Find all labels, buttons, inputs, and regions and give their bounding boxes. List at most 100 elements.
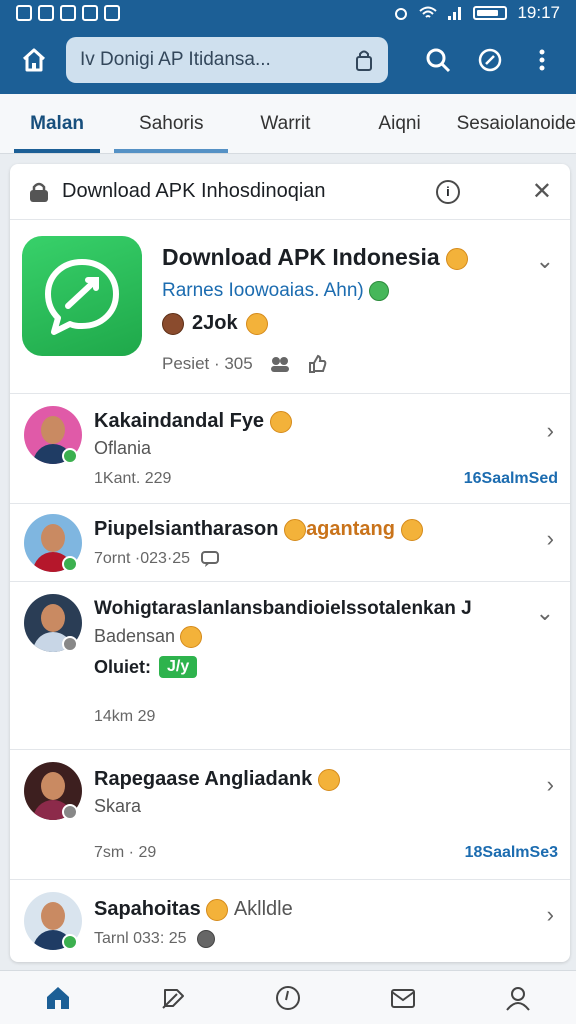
status-bar: 19:17 [0, 0, 576, 26]
featured-subtitle-text: Rarnes Ioowoaias. Ahn) [162, 280, 364, 301]
item-name: Kakaindandal Fye [94, 410, 292, 433]
item-meta: 1Kant. 229 [94, 470, 172, 487]
nav-profile[interactable] [461, 971, 576, 1024]
chevron-right-icon[interactable]: › [547, 772, 554, 798]
chat-bubble-icon [45, 259, 119, 335]
emoji-icon [284, 518, 307, 541]
search-input[interactable]: Iv Donigi AP Itidansa... [80, 49, 354, 71]
chevron-right-icon[interactable]: › [547, 526, 554, 552]
tab-sahoris[interactable]: Sahoris [114, 94, 229, 153]
check-icon [369, 280, 390, 301]
info-icon[interactable]: i [435, 179, 460, 204]
emoji-icon [269, 410, 292, 433]
compass-button[interactable] [470, 40, 510, 80]
compass-icon [478, 48, 502, 72]
emoji-icon [196, 930, 215, 948]
home-icon [22, 48, 46, 72]
emoji-icon [206, 898, 229, 921]
emoji-icon [180, 626, 203, 649]
lock-icon [356, 50, 372, 71]
thumbs-up-icon [308, 354, 327, 373]
users-icon [270, 357, 289, 372]
featured-count-text: 2Jok [192, 312, 238, 334]
item-name: Piupelsiantharason agantang [94, 518, 423, 541]
profile-icon [506, 986, 531, 1011]
close-icon[interactable]: ✕ [532, 177, 552, 206]
chevron-down-icon[interactable]: ⌄ [536, 600, 554, 626]
list-item[interactable]: Sapahoitas Aklldle Tarnl 033: 25 › [10, 880, 570, 962]
nav-mail[interactable] [346, 971, 461, 1024]
featured-subtitle: Rarnes Ioowoaias. Ahn) [162, 280, 390, 302]
item-name: Sapahoitas Aklldle [94, 898, 293, 921]
item-meta-text: 7ornt ·023·25 [94, 550, 191, 567]
battery-icon [473, 6, 508, 20]
app-bar: Iv Donigi AP Itidansa... [0, 26, 576, 94]
clock-icon [276, 985, 300, 1010]
more-menu-button[interactable] [522, 40, 562, 80]
list-item[interactable]: Kakaindandal Fye Oflania 1Kant. 229 › 16… [10, 394, 570, 504]
item-meta: Tarnl 033: 25 [94, 930, 215, 948]
emoji-icon [446, 247, 469, 270]
signal-icon [448, 7, 462, 20]
tab-aiqni[interactable]: Aiqni [342, 94, 456, 153]
tab-sesaiolanoide[interactable]: Sesaiolanoide [457, 94, 576, 153]
featured-meta: Pesiet · 305 [162, 354, 327, 374]
online-status-badge [62, 934, 78, 950]
nav-home[interactable] [0, 971, 115, 1024]
notification-icon [104, 5, 120, 21]
featured-title: Download APK Indonesia [162, 244, 469, 271]
featured-title-text: Download APK Indonesia [162, 244, 440, 270]
emoji-icon [162, 312, 184, 335]
online-status-badge [62, 556, 78, 572]
tab-malan[interactable]: Malan [0, 94, 114, 153]
item-subtitle: Skara [94, 796, 142, 816]
online-status-badge [62, 448, 78, 464]
item-name: Wohigtaraslanlansbandioielssotalenkan J [94, 598, 472, 619]
search-field[interactable]: Iv Donigi AP Itidansa... [66, 37, 388, 83]
search-icon [426, 48, 451, 73]
emoji-icon [317, 768, 340, 791]
status-badge [62, 636, 78, 652]
more-vertical-icon [539, 49, 545, 71]
clock-time: 19:17 [517, 3, 560, 22]
lock-icon [30, 182, 48, 202]
notification-icon [60, 5, 76, 21]
item-meta-text: Tarnl 033: 25 [94, 930, 187, 947]
item-meta: 14km 29 [94, 708, 156, 725]
chevron-down-icon[interactable]: ⌄ [536, 248, 554, 274]
app-icon [22, 236, 142, 356]
item-name-text: Kakaindandal Fye [94, 410, 265, 432]
item-tag[interactable]: 16SaalmSed [464, 470, 558, 488]
status-badge: J/y [159, 656, 198, 678]
mail-icon [391, 988, 416, 1008]
item-subtitle: Badensan [94, 626, 203, 649]
notification-icon [82, 5, 98, 21]
chevron-right-icon[interactable]: › [547, 418, 554, 444]
item-tag[interactable]: 18SaalmSe3 [465, 844, 558, 862]
notification-icon [38, 5, 54, 21]
list-item[interactable]: Rapegaase Angliadank Skara 7sm · 29 › 18… [10, 750, 570, 880]
tab-warrit[interactable]: Warrit [228, 94, 342, 153]
item-name-text: Rapegaase Angliadank [94, 768, 313, 790]
item-meta: 7ornt ·023·25 [94, 550, 220, 568]
list-item[interactable]: Wohigtaraslanlansbandioielssotalenkan J … [10, 582, 570, 750]
featured-app[interactable]: Download APK Indonesia Rarnes Ioowoaias.… [10, 220, 570, 394]
card-title: Download APK Inhosdinoqian [62, 180, 326, 202]
feather-icon [162, 988, 184, 1009]
emoji-icon [400, 518, 423, 541]
item-name-text: Piupelsiantharason [94, 518, 279, 540]
home-button[interactable] [14, 40, 54, 80]
featured-count: 2Jok [162, 312, 268, 335]
card-header: Download APK Inhosdinoqian i ✕ [10, 164, 570, 220]
item-subtitle: Oflania [94, 438, 152, 458]
emoji-icon [245, 312, 268, 335]
search-button[interactable] [418, 40, 458, 80]
alarm-icon [395, 8, 408, 20]
nav-feather[interactable] [115, 971, 230, 1024]
list-item[interactable]: Piupelsiantharason agantang 7ornt ·023·2… [10, 504, 570, 582]
chevron-right-icon[interactable]: › [547, 902, 554, 928]
item-status-label: Oluiet: [94, 656, 151, 677]
notification-icon [16, 5, 32, 21]
nav-clock[interactable] [230, 971, 345, 1024]
bottom-navigation [0, 970, 576, 1024]
